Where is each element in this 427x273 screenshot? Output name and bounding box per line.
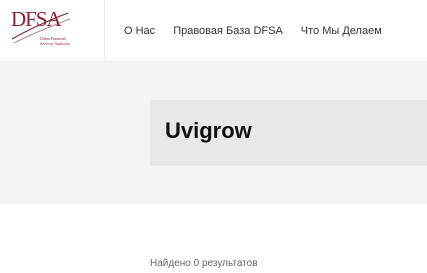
page: DFSA Dubai Financial Services Authority … xyxy=(0,0,427,273)
logo-wordmark: DFSA xyxy=(11,7,62,31)
page-banner: Uvigrow xyxy=(0,62,427,204)
logo-link[interactable]: DFSA Dubai Financial Services Authority xyxy=(0,0,105,61)
nav-item-about[interactable]: О Нас xyxy=(124,25,155,37)
nav-item-what-we-do[interactable]: Что Мы Делаем xyxy=(301,25,382,37)
nav-item-legal-base[interactable]: Правовая База DFSA xyxy=(173,25,283,37)
logo-subtitle: Dubai Financial Services Authority xyxy=(40,36,70,46)
main-nav: О Нас Правовая База DFSA Что Мы Делаем xyxy=(124,0,382,61)
page-title: Uvigrow xyxy=(165,118,252,143)
site-header: DFSA Dubai Financial Services Authority … xyxy=(0,0,427,62)
title-box: Uvigrow xyxy=(150,100,427,166)
results-count: Найдено 0 результатов xyxy=(150,258,258,269)
